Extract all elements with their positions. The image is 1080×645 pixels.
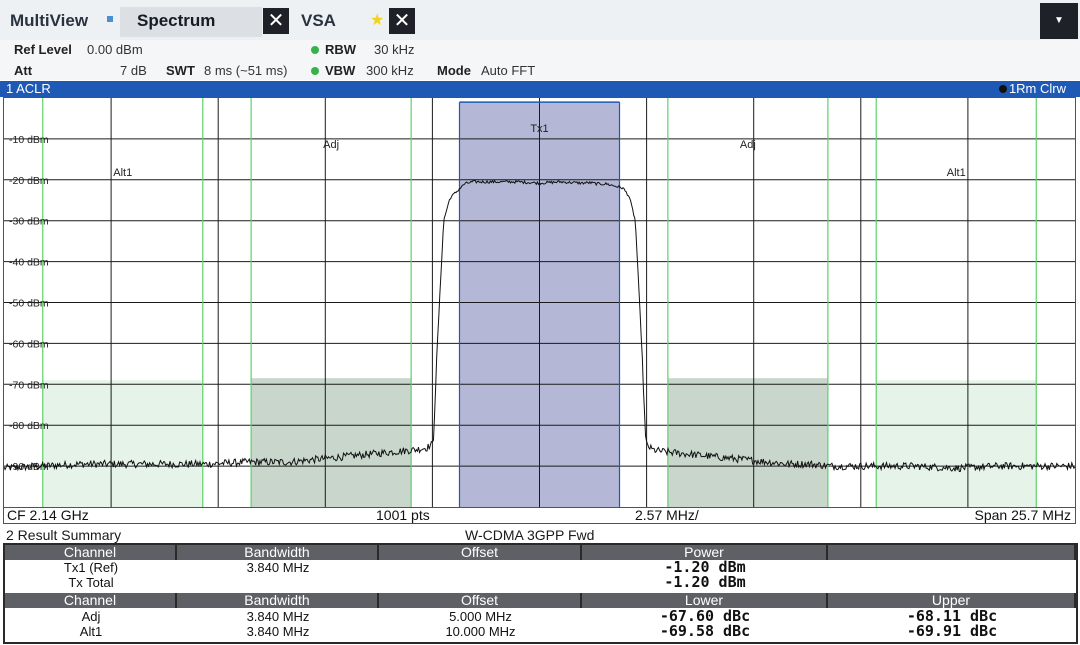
trace-info: 1Rm Clrw: [998, 81, 1066, 97]
result-summary-title: 2 Result Summary: [6, 527, 122, 543]
rbw-value[interactable]: 30 kHz: [374, 42, 414, 57]
trace-dot-icon: [998, 85, 1007, 93]
y-tick-label-1: -20 dBm: [9, 175, 49, 187]
result-summary-title-bar[interactable]: 2 Result Summary W-CDMA 3GPP Fwd: [0, 527, 1080, 543]
table-row-adj-cell-2: 5.000 MHz: [449, 609, 512, 624]
spectrum-plot[interactable]: Alt1 Adj Tx1 Adj Alt1 -10 dBm -20 dBm -30 dBm -4…: [4, 98, 1075, 507]
table-header-row-2-cell-3: Lower: [582, 593, 828, 608]
table-row-alt-cell-2: 10.000 MHz: [445, 624, 516, 639]
mode-label: Mode: [437, 63, 471, 78]
tab-vsa[interactable]: VSA: [301, 11, 336, 31]
result-summary-table: Channel Bandwidth Offset Power Tx1 (Ref) 3.84…: [3, 543, 1078, 644]
table-row-adj-cell-1: 3.840 MHz: [246, 609, 310, 624]
y-tick-label-5: -60 dBm: [9, 338, 49, 350]
channel-label-2: Tx1: [530, 123, 548, 135]
menu-dropdown-button[interactable]: ▼: [1040, 3, 1078, 39]
table-header-row: Channel Bandwidth Offset Power: [5, 545, 1076, 560]
table-row-alt-cell-4: -69.91 dBc: [906, 622, 998, 640]
channel-label-3: Adj: [740, 139, 756, 151]
att-value[interactable]: 7 dB: [120, 63, 147, 78]
aclr-window-title: 1 ACLR: [6, 81, 51, 96]
table-header-row-2-cell-1: Bandwidth: [177, 593, 379, 608]
tab-multiview[interactable]: MultiView: [10, 11, 88, 31]
table-row-alt-cell-0: Alt1: [79, 624, 103, 639]
table-header-row-cell-2: Offset: [379, 545, 582, 560]
vbw-label: VBW: [325, 63, 356, 78]
vbw-indicator-icon: [311, 67, 319, 75]
table-header-row-2-cell-4: Upper: [828, 593, 1076, 608]
frequency-span: Span 25.7 MHz: [974, 507, 1072, 523]
swt-label: SWT: [166, 63, 195, 78]
att-label: Att: [14, 63, 33, 78]
table-row-tx: Tx1 (Ref) 3.840 MHz -1.20 dBm: [5, 560, 1076, 576]
channel-band-1: [251, 378, 412, 507]
measurement-settings-bar: Ref Level 0.00 dBm Att 7 dB SWT 8 ms (~5…: [0, 40, 1080, 80]
table-header-row-cell-4: [828, 545, 1076, 560]
star-icon: ★: [370, 12, 385, 29]
rbw-label: RBW: [325, 42, 357, 57]
table-header-row-cell-1: Bandwidth: [177, 545, 379, 560]
table-header-row-2-cell-2: Offset: [379, 593, 582, 608]
trace-info-label: 1Rm Clrw: [1008, 81, 1066, 96]
plot-status-bar: CF 2.14 GHz 1001 pts 2.57 MHz/ Span 25.7…: [3, 507, 1076, 524]
rbw-indicator-icon: [311, 46, 319, 54]
swt-value[interactable]: 8 ms (~51 ms): [204, 63, 287, 78]
table-row-total-cell-3: -1.20 dBm: [664, 573, 746, 591]
vbw-value[interactable]: 300 kHz: [366, 63, 414, 78]
table-row-adj-cell-0: Adj: [81, 609, 101, 624]
y-tick-label-6: -70 dBm: [9, 379, 49, 391]
mode-value[interactable]: Auto FFT: [481, 63, 535, 78]
channel-band-4: [876, 380, 1037, 507]
spectrum-plot-frame[interactable]: Alt1 Adj Tx1 Adj Alt1 -10 dBm -20 dBm -30 dBm -4…: [3, 97, 1076, 508]
aclr-window-title-bar[interactable]: 1 ACLR 1Rm Clrw: [0, 81, 1080, 97]
center-frequency: CF 2.14 GHz: [7, 507, 89, 523]
table-row-tx-cell-1: 3.840 MHz: [246, 560, 310, 575]
table-header-row-cell-0: Channel: [5, 545, 177, 560]
ref-level-label: Ref Level: [14, 42, 72, 57]
table-header-row-2-cell-0: Channel: [5, 593, 177, 608]
y-tick-label-2: -30 dBm: [9, 216, 49, 228]
table-row-alt: Alt1 3.840 MHz 10.000 MHz -69.58 dBc -69.91 …: [5, 622, 1076, 640]
channel-band-3: [667, 378, 828, 507]
channel-label-0: Alt1: [113, 167, 132, 179]
channel-label-1: Adj: [323, 139, 339, 151]
frequency-per-division: 2.57 MHz/: [635, 507, 699, 523]
sweep-points: 1001 pts: [376, 507, 430, 523]
table-row-alt-cell-3: -69.58 dBc: [659, 622, 751, 640]
vsa-close-icon[interactable]: ✕: [389, 8, 415, 34]
tab-bar: MultiView Spectrum ✕ VSA ★ ✕ ▼: [0, 0, 1080, 40]
channel-label-4: Alt1: [947, 167, 966, 179]
y-tick-label-0: -10 dBm: [9, 134, 49, 146]
y-tick-label-3: -40 dBm: [9, 257, 49, 269]
multiview-marker-icon: [107, 16, 113, 22]
y-tick-label-4: -50 dBm: [9, 298, 49, 310]
y-tick-label-7: -80 dBm: [9, 420, 49, 432]
table-row-total: Tx Total -1.20 dBm: [5, 573, 1076, 591]
table-row-total-cell-0: Tx Total: [68, 575, 114, 590]
table-row-tx-cell-0: Tx1 (Ref): [63, 560, 119, 575]
tab-spectrum[interactable]: Spectrum: [137, 11, 215, 31]
channel-band-0: [42, 380, 203, 507]
table-header-row-2: Channel Bandwidth Offset Lower Upper: [5, 593, 1076, 608]
ref-level-value[interactable]: 0.00 dBm: [87, 42, 143, 57]
spectrum-close-icon[interactable]: ✕: [263, 8, 289, 34]
table-row-alt-cell-1: 3.840 MHz: [246, 624, 310, 639]
result-summary-standard: W-CDMA 3GPP Fwd: [465, 527, 595, 543]
